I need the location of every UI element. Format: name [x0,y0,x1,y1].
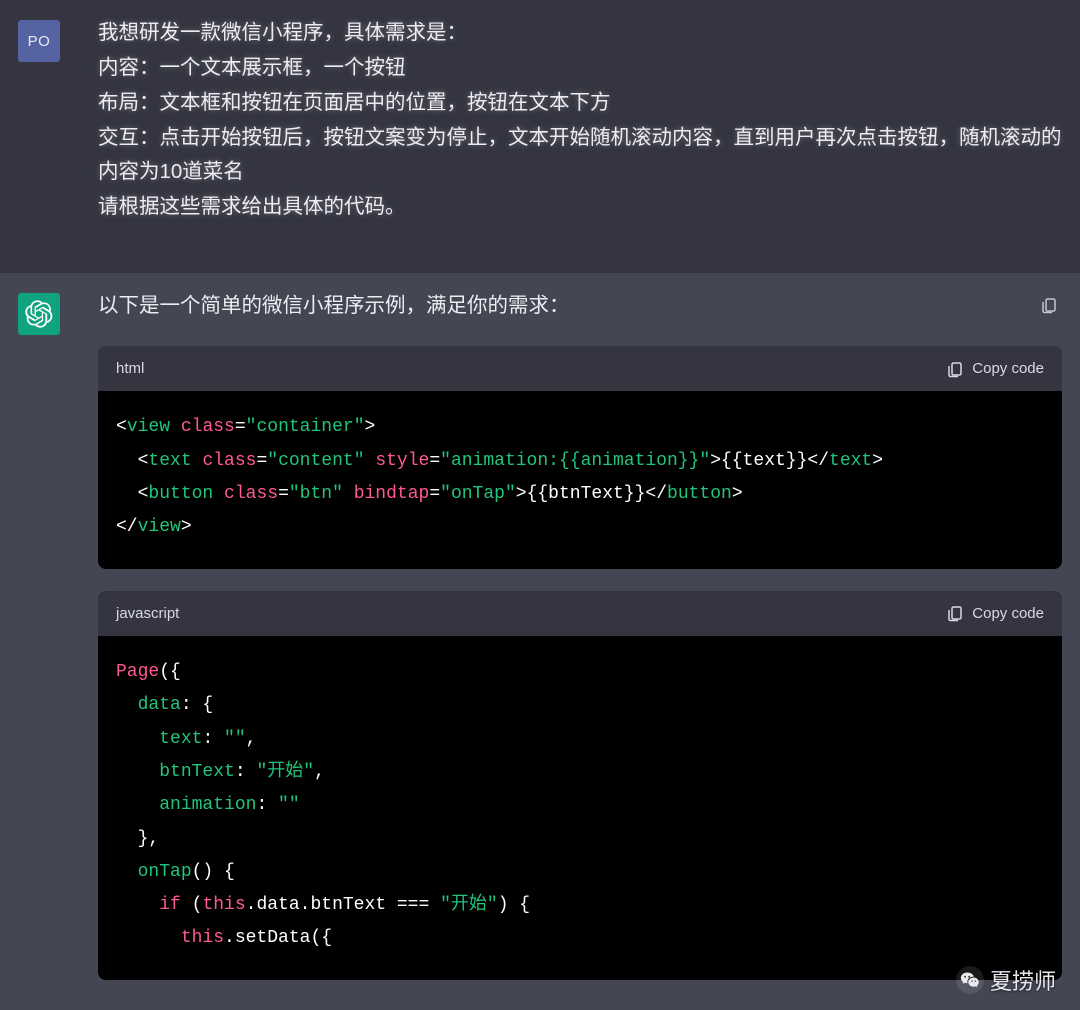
watermark-text: 夏捞师 [990,964,1056,996]
avatar-user-label: PO [28,33,51,50]
message-user: PO 我想研发一款微信小程序，具体需求是： 内容：一个文本展示框，一个按钮 布局… [0,0,1080,273]
clipboard-icon [946,360,964,378]
copy-code-label: Copy code [972,356,1044,382]
copy-code-button[interactable]: Copy code [946,356,1044,382]
clipboard-icon [946,604,964,622]
wechat-icon [956,966,984,994]
code-lang-label: html [116,356,144,382]
copy-message-button[interactable] [1040,291,1058,326]
code-body: <view class="container"> <text class="co… [98,391,1062,568]
code-body: Page({ data: { text: "", btnText: "开始", … [98,636,1062,980]
code-header: html Copy code [98,346,1062,392]
clipboard-icon [1040,296,1058,314]
watermark: 夏捞师 [956,964,1056,996]
assistant-intro-text: 以下是一个简单的微信小程序示例，满足你的需求： [98,289,1062,324]
code-lang-label: javascript [116,601,179,627]
avatar-assistant [18,293,60,335]
chat-thread: PO 我想研发一款微信小程序，具体需求是： 内容：一个文本展示框，一个按钮 布局… [0,0,1080,1010]
message-assistant-content: 以下是一个简单的微信小程序示例，满足你的需求： html Copy code <… [98,289,1062,980]
openai-logo-icon [25,300,53,328]
user-message-text: 我想研发一款微信小程序，具体需求是： 内容：一个文本展示框，一个按钮 布局：文本… [98,16,1062,225]
code-block-javascript: javascript Copy code Page({ data: { text… [98,591,1062,980]
code-header: javascript Copy code [98,591,1062,637]
code-block-html: html Copy code <view class="container"> … [98,346,1062,569]
copy-code-label: Copy code [972,601,1044,627]
copy-code-button[interactable]: Copy code [946,601,1044,627]
message-assistant: 以下是一个简单的微信小程序示例，满足你的需求： html Copy code <… [0,273,1080,1010]
message-user-content: 我想研发一款微信小程序，具体需求是： 内容：一个文本展示框，一个按钮 布局：文本… [98,16,1062,225]
avatar-user: PO [18,20,60,62]
